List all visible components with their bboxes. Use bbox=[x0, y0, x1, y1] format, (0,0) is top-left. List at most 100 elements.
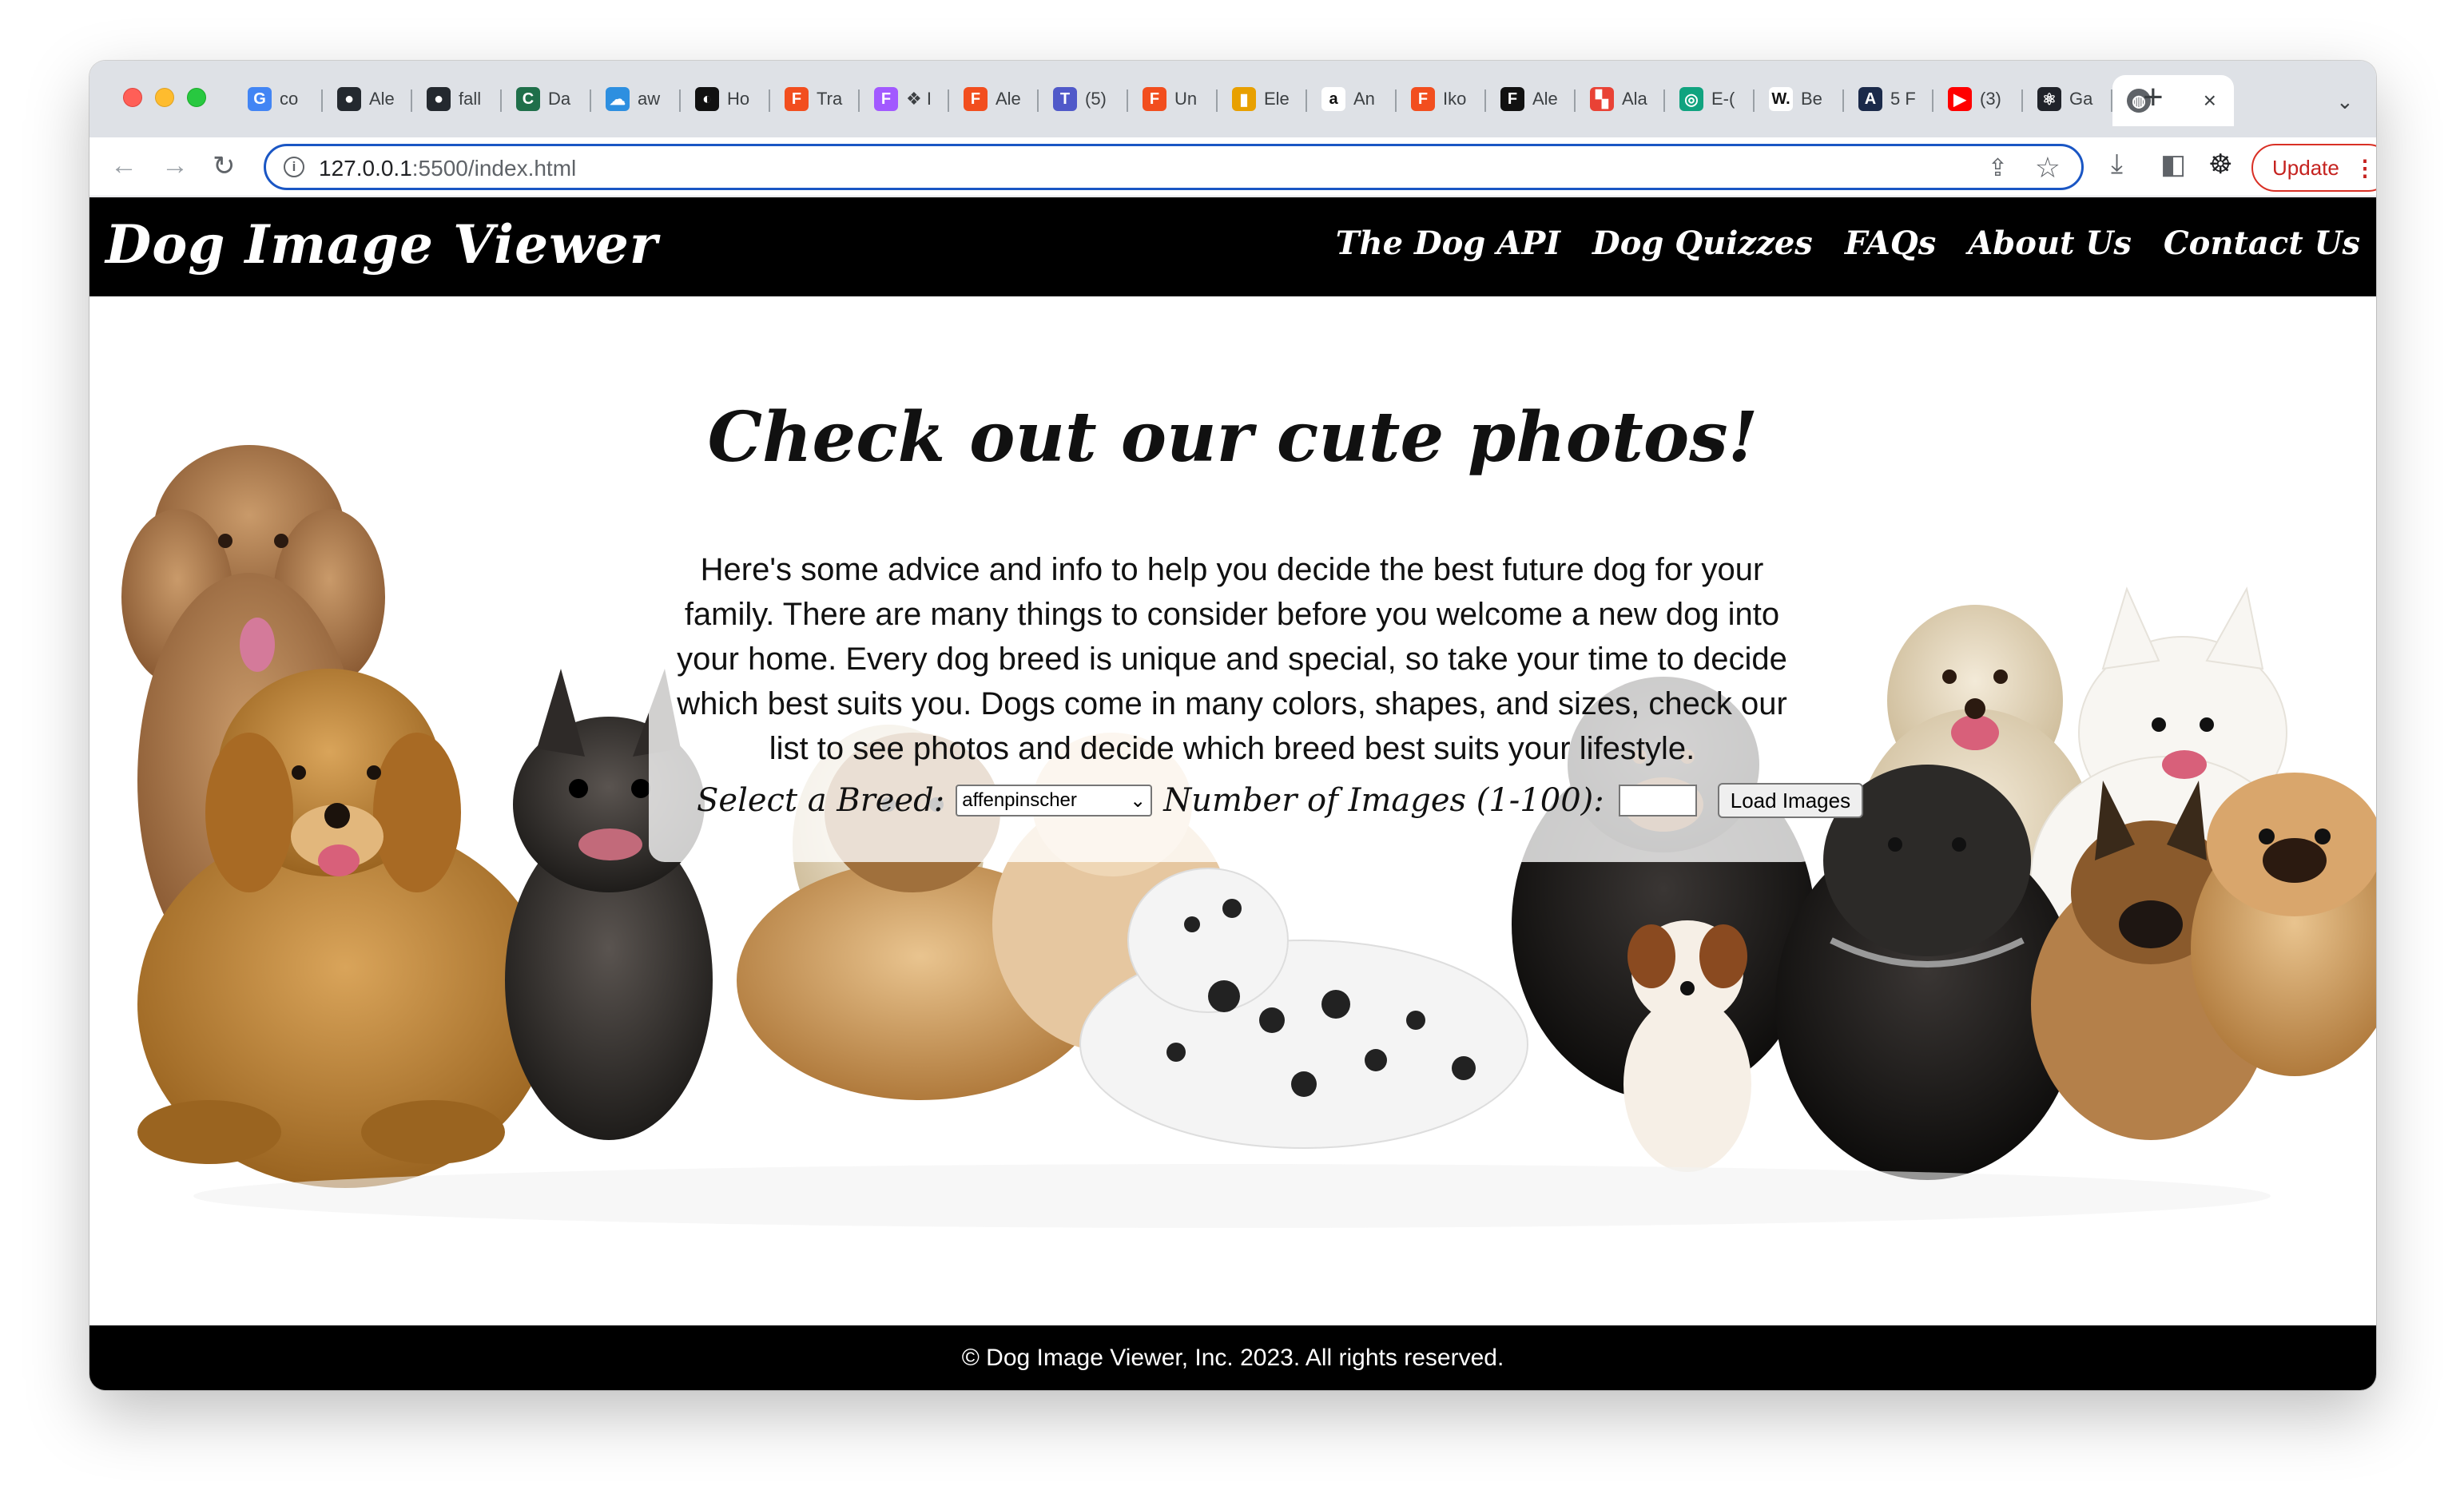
browser-tab[interactable]: F ❖ I bbox=[860, 75, 949, 123]
browser-tab[interactable]: F Un bbox=[1128, 75, 1218, 123]
cloud-icon: ☁ bbox=[606, 87, 630, 111]
tab-title: Ala bbox=[1622, 89, 1647, 109]
browser-tab[interactable]: C Da bbox=[502, 75, 591, 123]
update-button[interactable]: Update ⋮ bbox=[2251, 144, 2376, 192]
pekingese-dog bbox=[2191, 773, 2376, 1076]
browser-tab[interactable]: ● fall bbox=[412, 75, 502, 123]
side-panel-icon[interactable]: ◧ bbox=[2160, 149, 2186, 181]
browser-tab[interactable]: T (5) bbox=[1039, 75, 1128, 123]
close-window-button[interactable] bbox=[123, 88, 142, 107]
nav-link-dog-quizzes[interactable]: Dog Quizzes bbox=[1592, 224, 1813, 262]
circle-icon: ◐ bbox=[695, 87, 719, 111]
browser-tab[interactable]: a An bbox=[1307, 75, 1397, 123]
tab-title: (5) bbox=[1085, 89, 1107, 109]
c-icon: C bbox=[516, 87, 540, 111]
amazon-icon: a bbox=[1321, 87, 1345, 111]
tab-title: Da bbox=[548, 89, 571, 109]
figma-icon: F bbox=[1411, 87, 1435, 111]
load-images-button[interactable]: Load Images bbox=[1717, 783, 1864, 818]
url-path: :5500/index.html bbox=[411, 156, 577, 181]
url-host: 127.0.0.1 bbox=[319, 156, 412, 181]
new-tab-button[interactable]: + bbox=[2143, 80, 2164, 115]
tab-title: Ho bbox=[727, 89, 750, 109]
browser-tab[interactable]: Gco bbox=[233, 75, 323, 123]
nav-link-about-us[interactable]: About Us bbox=[1968, 224, 2132, 262]
browser-tab[interactable]: W. Be bbox=[1755, 75, 1844, 123]
browser-tab[interactable]: ▮ Ele bbox=[1218, 75, 1307, 123]
count-label: Number of Images (1-100): bbox=[1163, 782, 1604, 819]
share-icon[interactable]: ⇪ bbox=[1988, 154, 2008, 182]
tab-title: Iko bbox=[1443, 89, 1467, 109]
menu-dots-icon: ⋮ bbox=[2354, 156, 2376, 181]
active-browser-tab[interactable]: ◍ × bbox=[2112, 75, 2234, 126]
browser-tab[interactable]: ▚ Ala bbox=[1576, 75, 1665, 123]
tab-title: Ale bbox=[996, 89, 1021, 109]
tab-strip: Gco ● Ale ● fall C Da ☁ aw ◐ Ho F Tra F ❖ I F Ale T (5) F Un… bbox=[89, 61, 2376, 137]
tab-title: Be bbox=[1801, 89, 1822, 109]
grid-icon: ▚ bbox=[1590, 87, 1614, 111]
browser-tab[interactable]: ◐ Ho bbox=[681, 75, 770, 123]
back-arrow-icon[interactable]: ← bbox=[110, 150, 137, 181]
site-logo[interactable]: Dog Image Viewer bbox=[105, 213, 658, 276]
site-info-icon[interactable]: i bbox=[284, 157, 304, 177]
browser-tab[interactable]: ⚛ Ga bbox=[2023, 75, 2112, 123]
browser-tab[interactable]: ◎ E-( bbox=[1665, 75, 1755, 123]
dalmatian-dog bbox=[1079, 868, 1528, 1149]
figma-icon: F bbox=[785, 87, 809, 111]
url-text[interactable]: 127.0.0.1:5500/index.html bbox=[319, 156, 576, 181]
tab-title: ❖ I bbox=[906, 89, 932, 109]
breed-select[interactable]: affenpinscher ⌄ bbox=[956, 785, 1153, 817]
figma-icon: F bbox=[964, 87, 988, 111]
nav-link-the-dog-api[interactable]: The Dog API bbox=[1336, 224, 1560, 262]
close-tab-icon[interactable]: × bbox=[2204, 88, 2216, 113]
browser-tab[interactable]: A 5 F bbox=[1844, 75, 1933, 123]
breed-label: Select a Breed: bbox=[697, 782, 945, 819]
tab-title: An bbox=[1353, 89, 1375, 109]
w-icon: W. bbox=[1769, 87, 1793, 111]
tab-title: Un bbox=[1174, 89, 1198, 109]
hero-title: Check out our cute photos! bbox=[707, 397, 1759, 478]
bookmark-star-icon[interactable]: ☆ bbox=[2035, 151, 2061, 185]
browser-tab[interactable]: F Iko bbox=[1397, 75, 1486, 123]
browser-tab[interactable]: F Ale bbox=[949, 75, 1039, 123]
update-label: Update bbox=[2272, 155, 2339, 180]
nav-link-faqs[interactable]: FAQs bbox=[1845, 224, 1936, 262]
breed-select-value: affenpinscher bbox=[962, 789, 1077, 811]
intro-text: Here's some advice and info to help you … bbox=[677, 552, 1787, 766]
tab-title: aw bbox=[638, 89, 661, 109]
site-header: Dog Image Viewer The Dog API Dog Quizzes F… bbox=[89, 197, 2376, 296]
github-icon: ● bbox=[337, 87, 361, 111]
maximize-window-button[interactable] bbox=[187, 88, 206, 107]
bag-icon: ▮ bbox=[1232, 87, 1256, 111]
browser-tab[interactable]: ☁ aw bbox=[591, 75, 681, 123]
tab-title: 5 F bbox=[1890, 89, 1916, 109]
nav-link-contact-us[interactable]: Contact Us bbox=[2164, 224, 2360, 262]
tab-search-chevron-icon[interactable]: ⌄ bbox=[2336, 89, 2354, 114]
browser-tab[interactable]: ● Ale bbox=[323, 75, 412, 123]
browser-tab[interactable]: ▶ (3) bbox=[1933, 75, 2023, 123]
tab-title: Ale bbox=[1532, 89, 1558, 109]
tab-title: Ale bbox=[369, 89, 395, 109]
tab-title: E-( bbox=[1711, 89, 1735, 109]
breed-controls: Select a Breed: affenpinscher ⌄ Number o… bbox=[697, 782, 1864, 819]
youtube-icon: ▶ bbox=[1948, 87, 1972, 111]
google-icon: G bbox=[248, 87, 272, 111]
browser-toolbar: ← → ↻ i 127.0.0.1:5500/index.html ⇪ ☆ ⤓ … bbox=[89, 137, 2376, 197]
download-icon[interactable]: ⤓ bbox=[2111, 149, 2123, 180]
site-footer: © Dog Image Viewer, Inc. 2023. All right… bbox=[89, 1325, 2376, 1390]
minimize-window-button[interactable] bbox=[155, 88, 174, 107]
browser-tab[interactable]: F Tra bbox=[770, 75, 860, 123]
puppy-dog bbox=[1623, 920, 1751, 1172]
address-bar[interactable]: i 127.0.0.1:5500/index.html ⇪ ☆ bbox=[264, 144, 2084, 190]
browser-tab[interactable]: F Ale bbox=[1486, 75, 1576, 123]
tab-title: Ga bbox=[2069, 89, 2093, 109]
forward-arrow-icon[interactable]: → bbox=[161, 150, 189, 181]
reload-icon[interactable]: ↻ bbox=[213, 150, 236, 182]
tab-title: (3) bbox=[1980, 89, 2001, 109]
tab-list: Gco ● Ale ● fall C Da ☁ aw ◐ Ho F Tra F ❖ I F Ale T (5) F Un… bbox=[233, 74, 2234, 126]
image-count-input[interactable] bbox=[1618, 785, 1697, 817]
page-viewport: Dog Image Viewer The Dog API Dog Quizzes F… bbox=[89, 197, 2376, 1390]
extension-icon[interactable]: ☸ bbox=[2208, 149, 2232, 181]
a-icon: A bbox=[1858, 87, 1882, 111]
react-icon: ⚛ bbox=[2037, 87, 2061, 111]
